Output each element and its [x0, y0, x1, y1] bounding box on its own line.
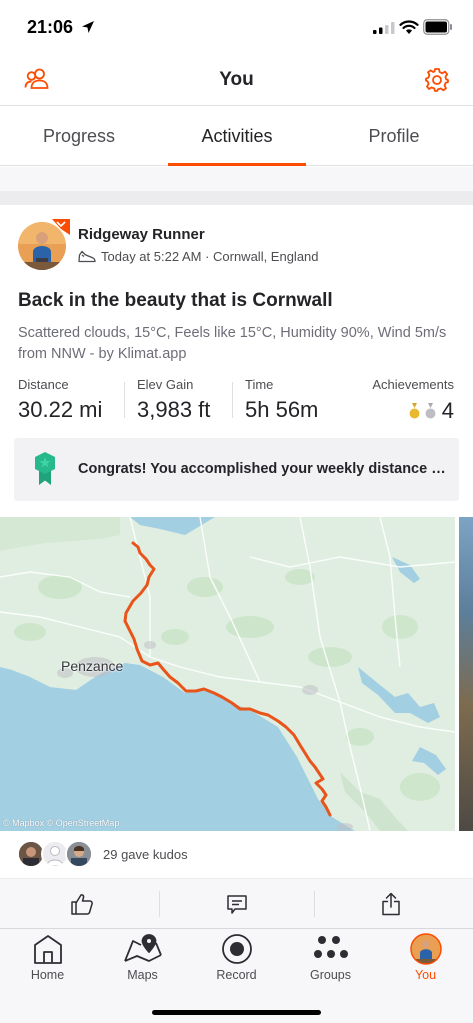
- goal-badge-icon: [35, 452, 55, 485]
- signal-icon: [373, 22, 395, 34]
- stat-elev-gain: Elev Gain 3,983 ft: [137, 377, 210, 423]
- home-indicator: [152, 1010, 321, 1015]
- profile-avatar-icon: [409, 933, 442, 965]
- activity-title[interactable]: Back in the beauty that is Cornwall: [18, 290, 333, 312]
- feed-gap-shadow: [0, 191, 473, 205]
- bottom-tab-bar: Home Maps Record Groups You: [0, 928, 473, 1023]
- achievements-value: 4: [408, 397, 454, 425]
- stat-value: 5h 56m: [245, 397, 319, 422]
- silver-medal-icon: [425, 403, 436, 419]
- thumbs-up-icon: [70, 894, 93, 915]
- stat-divider: [232, 382, 233, 418]
- stat-value: 30.22 mi: [18, 397, 103, 422]
- tab-bar: Progress Activities Profile: [0, 106, 473, 166]
- groups-icon: [313, 936, 348, 958]
- share-button[interactable]: [312, 879, 469, 929]
- bottom-tab-label: Maps: [127, 968, 158, 982]
- athlete-name[interactable]: Ridgeway Runner: [78, 226, 205, 243]
- bottom-tab-record[interactable]: Record: [189, 929, 284, 991]
- wifi-icon: [399, 20, 419, 34]
- goal-banner[interactable]: Congrats! You accomplished your weekly d…: [14, 438, 459, 501]
- bottom-tab-label: You: [414, 968, 437, 982]
- page-title: You: [219, 69, 254, 90]
- route-map[interactable]: Penzance © Mapbox © OpenStreetMap: [0, 517, 455, 831]
- achievements-count: 4: [441, 398, 454, 423]
- activity-photo-preview[interactable]: [459, 517, 473, 831]
- feed-gap: [0, 167, 473, 191]
- bottom-tab-groups[interactable]: Groups: [283, 929, 378, 991]
- activity-meta: Today at 5:22 AM · Cornwall, England: [101, 249, 319, 264]
- kudo-avatar[interactable]: [65, 840, 93, 868]
- home-icon: [33, 935, 62, 964]
- stat-label: Distance: [18, 377, 69, 392]
- stat-distance: Distance 30.22 mi: [18, 377, 102, 423]
- battery-icon: [423, 19, 452, 35]
- activity-description: Scattered clouds, 15°C, Feels like 15°C,…: [18, 325, 447, 362]
- tab-activities[interactable]: Activities: [158, 106, 316, 166]
- activity-actions: [0, 878, 473, 928]
- bottom-tab-home[interactable]: Home: [0, 929, 95, 991]
- bottom-tab-you[interactable]: You: [378, 929, 473, 991]
- shoe-icon: [78, 250, 96, 263]
- comment-button[interactable]: [158, 879, 315, 929]
- gear-icon[interactable]: [424, 67, 450, 93]
- kudos-button[interactable]: [3, 879, 160, 929]
- tab-progress[interactable]: Progress: [0, 106, 158, 166]
- bottom-tab-label: Home: [30, 968, 65, 982]
- stat-divider: [124, 382, 125, 418]
- gold-medal-icon: [409, 403, 420, 419]
- stat-label: Time: [245, 377, 274, 392]
- activity-card[interactable]: Ridgeway Runner Today at 5:22 AM · Cornw…: [0, 205, 473, 878]
- bottom-tab-label: Groups: [310, 968, 351, 982]
- achievements-label: Achievements: [372, 377, 454, 392]
- goal-message: Congrats! You accomplished your weekly d…: [78, 461, 446, 477]
- share-icon: [381, 892, 400, 916]
- tab-profile[interactable]: Profile: [315, 106, 473, 166]
- map-attribution[interactable]: © Mapbox © OpenStreetMap: [3, 818, 119, 828]
- stat-time: Time 5h 56m: [245, 377, 318, 423]
- status-bar: 21:06: [0, 0, 473, 56]
- location-arrow-icon: [82, 21, 94, 33]
- maps-icon: [123, 934, 162, 962]
- stat-label: Elev Gain: [137, 377, 194, 392]
- subscriber-badge-icon: [52, 219, 70, 235]
- athlete-avatar-wrap[interactable]: [18, 219, 70, 270]
- record-icon: [221, 934, 252, 964]
- map-canvas: [0, 517, 455, 831]
- bottom-tab-maps[interactable]: Maps: [95, 929, 190, 991]
- nav-header: You: [0, 56, 473, 106]
- map-place-label: Penzance: [61, 658, 124, 674]
- bottom-tab-label: Record: [216, 968, 257, 982]
- stat-value: 3,983 ft: [137, 397, 211, 422]
- comment-icon: [226, 895, 247, 914]
- active-tab-indicator: [168, 163, 306, 166]
- kudos-count[interactable]: 29 gave kudos: [103, 847, 188, 862]
- status-time: 21:06: [27, 17, 74, 37]
- kudos-row[interactable]: 29 gave kudos: [0, 831, 473, 878]
